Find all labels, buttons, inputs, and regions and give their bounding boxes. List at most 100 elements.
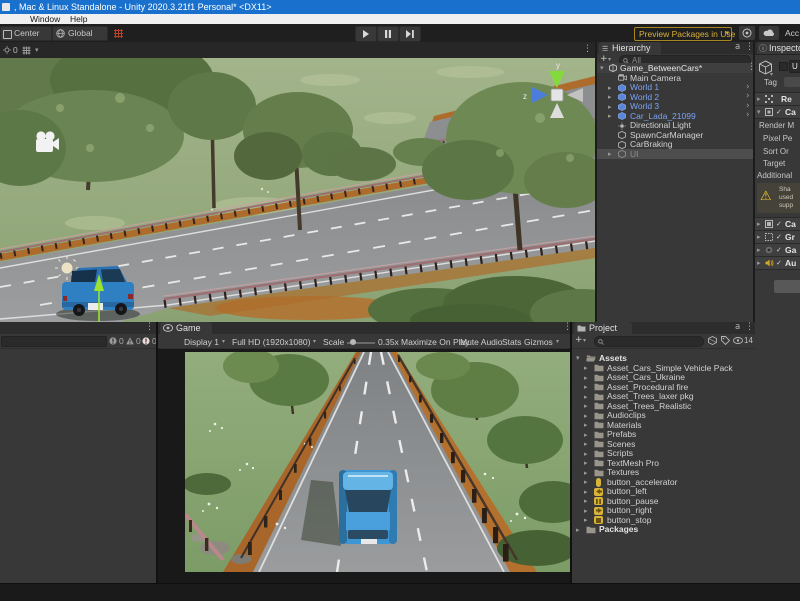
hierarchy-row-world1[interactable]: ▸ World 1 › <box>597 83 755 93</box>
project-row-folder[interactable]: ▸ Materials <box>572 420 755 430</box>
light-toggle-icon[interactable] <box>3 46 11 54</box>
active-checkbox[interactable] <box>779 62 788 71</box>
scene-view-canvas[interactable]: y z <box>0 58 595 322</box>
component-canvas-scaler[interactable]: ▸ ✓ Ca <box>755 217 800 231</box>
tab-hierarchy[interactable]: ☰ Hierarchy <box>599 42 661 54</box>
global-toggle-button[interactable]: Global <box>52 26 108 41</box>
project-row-sprite[interactable]: ▸ button_pause <box>572 496 755 506</box>
create-asset-caret-icon[interactable]: ▾ <box>583 337 586 344</box>
play-button[interactable] <box>355 26 377 42</box>
audio-source-icon <box>765 259 774 267</box>
hierarchy-row-spawncarmanager[interactable]: SpawnCarManager <box>597 130 755 140</box>
project-row-folder[interactable]: ▸ Asset_Cars_Ukraine <box>572 373 755 383</box>
display-dropdown[interactable]: Display 1 <box>184 337 219 347</box>
step-button[interactable] <box>399 26 421 42</box>
project-row-folder[interactable]: ▸ Prefabs <box>572 430 755 440</box>
project-row-folder[interactable]: ▸ Asset_Trees_laxer pkg <box>572 392 755 402</box>
hierarchy-row-world2[interactable]: ▸ World 2 › <box>597 92 755 102</box>
cloud-button[interactable] <box>759 26 779 40</box>
scale-slider-knob[interactable] <box>350 339 356 345</box>
mute-audio-button[interactable]: Mute Audio <box>460 337 503 347</box>
component-audio-source[interactable]: ▸ ✓ Au <box>755 256 800 270</box>
project-row-sprite[interactable]: ▸ button_left <box>572 487 755 497</box>
warning-count-icon[interactable] <box>126 337 134 345</box>
game-view-canvas[interactable] <box>185 352 572 572</box>
folder-open-icon <box>586 354 596 362</box>
project-row-folder[interactable]: ▸ Audioclips <box>572 411 755 421</box>
project-row-folder[interactable]: ▸ TextMesh Pro <box>572 458 755 468</box>
scene-kebab-menu-icon[interactable]: ⋮ <box>583 44 592 54</box>
folder-icon <box>594 402 604 410</box>
project-row-sprite[interactable]: ▸ button_accelerator <box>572 477 755 487</box>
console-search-input[interactable] <box>1 336 107 347</box>
add-component-button[interactable] <box>774 280 800 293</box>
status-bar <box>0 583 800 601</box>
label-filter-icon[interactable] <box>721 336 730 345</box>
hierarchy-row-world3[interactable]: ▸ World 3 › <box>597 102 755 112</box>
component-enabled-checkbox[interactable]: ✓ <box>776 109 782 116</box>
project-search-input[interactable] <box>594 336 704 347</box>
folder-icon <box>594 431 604 439</box>
grid-visibility-icon[interactable] <box>22 46 31 55</box>
tab-game[interactable]: Game <box>160 322 212 334</box>
project-row-folder[interactable]: ▸ Asset_Trees_Realistic <box>572 401 755 411</box>
hierarchy-row-carbraking[interactable]: CarBraking <box>597 140 755 150</box>
tab-inspector[interactable]: ⓘ Inspector <box>757 42 800 54</box>
pivot-center-button[interactable]: Center <box>0 26 52 41</box>
console-kebab-menu-icon[interactable]: ⋮ <box>145 322 154 332</box>
component-canvas[interactable]: ▾ ✓ Ca <box>755 105 800 119</box>
prefab-open-chevron-icon[interactable]: › <box>746 111 750 121</box>
lock-icon[interactable]: a <box>735 42 740 52</box>
preview-packages-button[interactable]: Preview Packages in Use ▾ <box>634 27 732 41</box>
component-enabled-checkbox[interactable]: ✓ <box>776 221 782 228</box>
console-panel: ⋮ 0 0 0 <box>0 322 156 583</box>
project-row-sprite[interactable]: ▸ button_right <box>572 506 755 516</box>
project-row-folder[interactable]: ▸ Scripts <box>572 449 755 459</box>
snap-grid-icon[interactable] <box>113 28 124 39</box>
window-titlebar[interactable]: , Mac & Linux Standalone - Unity 2020.3.… <box>0 0 800 14</box>
menu-help[interactable]: Help <box>70 14 87 24</box>
gizmos-dropdown[interactable]: Gizmos <box>524 337 553 347</box>
gizmos-caret-icon: ▾ <box>556 338 559 345</box>
lock-icon[interactable]: a <box>735 322 740 332</box>
component-enabled-checkbox[interactable]: ✓ <box>776 247 782 254</box>
name-field[interactable]: U <box>789 60 800 73</box>
hierarchy-row-main-camera[interactable]: Main Camera <box>597 73 755 83</box>
project-row-folder[interactable]: ▸ Textures <box>572 468 755 478</box>
hierarchy-row-scene[interactable]: ▾ Game_BetweenCars* ⋮ <box>597 63 755 73</box>
package-filter-icon[interactable] <box>708 336 717 345</box>
collab-button[interactable] <box>739 26 755 40</box>
stats-button[interactable]: Stats <box>502 337 521 347</box>
project-kebab-menu-icon[interactable]: ⋮ <box>745 322 754 332</box>
info-count-icon[interactable] <box>109 337 117 345</box>
error-count-icon[interactable] <box>142 337 150 345</box>
rect-transform-icon <box>765 95 773 103</box>
tab-project[interactable]: Project <box>574 322 632 334</box>
game-view-panel: Game ⋮ Display 1 ▾ Full HD (1920x1080) ▾… <box>156 322 572 583</box>
icon-picker-caret[interactable]: ▾ <box>770 71 773 78</box>
game-car <box>301 470 397 546</box>
resolution-dropdown[interactable]: Full HD (1920x1080) <box>232 337 310 347</box>
component-rect-transform[interactable]: ▸ Re <box>755 92 800 106</box>
component-script[interactable]: ▸ ✓ Ga <box>755 243 800 257</box>
project-toolbar: + ▾ 14 <box>572 334 755 349</box>
scene-view-controlbar: 0 ▾ ⋮ <box>0 42 595 59</box>
component-enabled-checkbox[interactable]: ✓ <box>776 234 782 241</box>
create-asset-button[interactable]: + <box>575 335 583 345</box>
account-button[interactable]: Acc <box>785 28 799 38</box>
create-add-caret-icon[interactable]: ▾ <box>608 56 611 63</box>
globe-icon <box>56 29 65 38</box>
hierarchy-row-ui[interactable]: ▸ UI <box>597 149 755 159</box>
grid-dropdown-caret-icon[interactable]: ▾ <box>35 46 39 54</box>
hidden-count-eye-icon[interactable] <box>733 337 743 344</box>
project-row-assets[interactable]: ▾ Assets <box>572 353 755 363</box>
component-enabled-checkbox[interactable]: ✓ <box>776 260 782 267</box>
folder-icon <box>594 412 604 420</box>
component-graphic-raycaster[interactable]: ▸ ✓ Gr <box>755 230 800 244</box>
pause-button[interactable] <box>377 26 399 42</box>
menu-window[interactable]: Window <box>30 14 60 24</box>
project-row-folder[interactable]: ▸ Scenes <box>572 439 755 449</box>
hierarchy-row-directional-light[interactable]: Directional Light <box>597 121 755 131</box>
project-row-packages[interactable]: ▸ Packages <box>572 525 755 535</box>
tag-dropdown[interactable] <box>784 77 800 87</box>
